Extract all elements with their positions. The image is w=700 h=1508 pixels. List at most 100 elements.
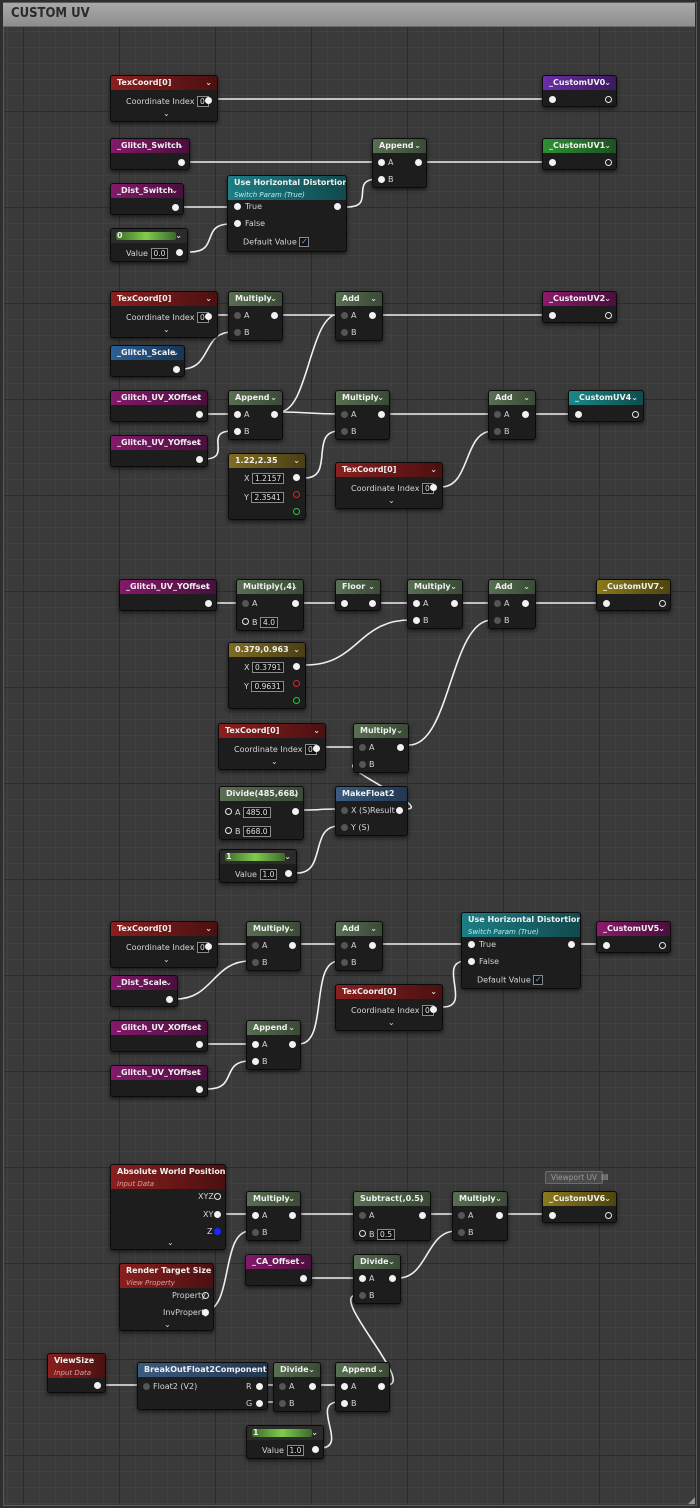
output-pin[interactable] xyxy=(605,159,612,166)
input-pin-float2[interactable] xyxy=(143,1383,150,1390)
node-output-customuv2[interactable]: _CustomUV2 ⌄ xyxy=(542,291,617,323)
input-pin-a[interactable] xyxy=(341,1383,348,1390)
expand-chevron-icon[interactable]: ⌄ xyxy=(388,1018,395,1027)
output-pin-r[interactable] xyxy=(256,1383,263,1390)
expand-chevron-icon[interactable]: ⌄ xyxy=(163,955,170,964)
input-pin-a[interactable] xyxy=(359,1275,366,1282)
value-field[interactable]: 0.0 xyxy=(150,248,169,259)
input-pin-b[interactable] xyxy=(234,428,241,435)
chevron-down-icon[interactable]: ⌄ xyxy=(604,292,611,306)
output-pin[interactable] xyxy=(196,1086,203,1093)
connection-wire[interactable] xyxy=(189,223,231,253)
chevron-down-icon[interactable]: ⌄ xyxy=(205,292,212,306)
output-pin-r[interactable] xyxy=(293,680,300,687)
input-pin-a[interactable] xyxy=(341,942,348,949)
node-constant2vector[interactable]: 0.379,0.963 ⌄ X 0.3791 Y 0.9631 xyxy=(228,642,306,709)
input-pin-a[interactable] xyxy=(458,1212,465,1219)
input-pin-a[interactable] xyxy=(234,312,241,319)
input-pin-a[interactable] xyxy=(252,1212,259,1219)
node-multiply[interactable]: Multiply ⌄ A B xyxy=(407,579,463,629)
chevron-down-icon[interactable]: ⌄ xyxy=(418,1192,425,1206)
chevron-down-icon[interactable]: ⌄ xyxy=(388,1255,395,1269)
expand-chevron-icon[interactable]: ⌄ xyxy=(271,757,278,766)
chevron-down-icon[interactable]: ⌄ xyxy=(604,1192,611,1206)
chevron-down-icon[interactable]: ⌄ xyxy=(450,580,457,594)
output-pin[interactable] xyxy=(205,97,212,104)
connection-wire[interactable] xyxy=(304,430,340,479)
chevron-down-icon[interactable]: ⌄ xyxy=(523,391,530,405)
input-pin-b[interactable] xyxy=(341,329,348,336)
input-pin[interactable] xyxy=(549,1212,556,1219)
input-pin-b[interactable] xyxy=(494,428,501,435)
value-field[interactable]: 1.0 xyxy=(286,1445,305,1456)
node-output-customuv6[interactable]: _CustomUV6 ⌄ xyxy=(542,1191,617,1223)
input-pin-b[interactable] xyxy=(252,1058,259,1065)
output-pin[interactable] xyxy=(389,1275,396,1282)
node-param-dist-switch[interactable]: _Dist_Switch ⌄ xyxy=(110,183,184,215)
default-value-checkbox[interactable]: ✓ xyxy=(533,975,544,985)
expand-chevron-icon[interactable]: ⌄ xyxy=(167,1238,174,1247)
output-pin[interactable] xyxy=(292,600,299,607)
input-pin[interactable] xyxy=(575,411,582,418)
input-pin-false[interactable] xyxy=(468,958,475,965)
chevron-down-icon[interactable]: ⌄ xyxy=(370,292,377,306)
chevron-down-icon[interactable]: ⌄ xyxy=(604,139,611,153)
output-pin[interactable] xyxy=(205,943,212,950)
output-pin[interactable] xyxy=(369,942,376,949)
chevron-down-icon[interactable]: ⌄ xyxy=(414,139,421,153)
chevron-down-icon[interactable]: ⌄ xyxy=(175,229,182,243)
node-constant[interactable]: 1 ⌄ Value 1.0 xyxy=(246,1425,324,1459)
input-pin[interactable] xyxy=(603,600,610,607)
input-pin-b[interactable] xyxy=(225,827,232,834)
x-value-field[interactable]: 0.3791 xyxy=(252,662,285,673)
node-multiply[interactable]: Multiply ⌄ A B xyxy=(353,723,409,773)
input-pin-b[interactable] xyxy=(252,1229,259,1236)
output-pin[interactable] xyxy=(378,411,385,418)
chevron-down-icon[interactable]: ⌄ xyxy=(270,391,277,405)
output-pin[interactable] xyxy=(166,996,173,1003)
node-append[interactable]: Append ⌄ A B xyxy=(228,390,283,440)
output-pin[interactable] xyxy=(271,312,278,319)
node-switch-param[interactable]: Use Horizontal Distortion Switch Param (T… xyxy=(461,912,581,989)
output-pin-g[interactable] xyxy=(293,697,300,704)
chevron-down-icon[interactable]: ⌄ xyxy=(288,1021,295,1035)
output-pin[interactable] xyxy=(196,411,203,418)
output-pin[interactable] xyxy=(659,942,666,949)
y-value-field[interactable]: 2.3541 xyxy=(251,492,284,503)
input-pin-true[interactable] xyxy=(468,941,475,948)
b-value-field[interactable]: 4.0 xyxy=(260,617,278,628)
output-pin[interactable] xyxy=(205,600,212,607)
output-pin[interactable] xyxy=(496,1212,503,1219)
connection-wire[interactable] xyxy=(279,411,340,415)
node-param-glitch-uv-xoffset[interactable]: _Glitch_UV_XOffset ⌄ xyxy=(110,1020,208,1052)
output-pin[interactable] xyxy=(334,203,341,210)
node-texcoord[interactable]: TexCoord[0] ⌄ Coordinate Index 0 ⌄ xyxy=(110,291,218,338)
node-output-customuv7[interactable]: _CustomUV7 ⌄ xyxy=(596,579,671,611)
output-pin[interactable] xyxy=(430,1006,437,1013)
node-constant[interactable]: 1 ⌄ Value 1.0 xyxy=(219,849,297,883)
node-append[interactable]: Append ⌄ A B xyxy=(335,1362,390,1412)
output-pin[interactable] xyxy=(312,1446,319,1453)
input-pin-b[interactable] xyxy=(242,618,249,625)
node-append[interactable]: Append ⌄ A B xyxy=(246,1020,301,1070)
node-texcoord[interactable]: TexCoord[0] ⌄ Coordinate Index 0 ⌄ xyxy=(110,75,218,122)
output-pin[interactable] xyxy=(397,744,404,751)
node-multiply[interactable]: Multiply ⌄ A B xyxy=(228,291,283,341)
input-pin-b[interactable] xyxy=(378,176,385,183)
input-pin-a[interactable] xyxy=(341,411,348,418)
output-pin[interactable] xyxy=(173,366,180,373)
chevron-down-icon[interactable]: ⌄ xyxy=(370,922,377,936)
chevron-down-icon[interactable]: ⌄ xyxy=(604,76,611,90)
chevron-down-icon[interactable]: ⌄ xyxy=(195,436,202,450)
output-pin[interactable] xyxy=(605,312,612,319)
input-pin[interactable] xyxy=(603,942,610,949)
node-multiply[interactable]: Multiply ⌄ A B xyxy=(452,1191,508,1241)
connection-wire[interactable] xyxy=(440,430,494,488)
input-pin[interactable] xyxy=(549,96,556,103)
expand-chevron-icon[interactable]: ⌄ xyxy=(164,1320,171,1329)
input-pin-a[interactable] xyxy=(225,808,232,815)
node-output-customuv1[interactable]: _CustomUV1 ⌄ xyxy=(542,138,617,170)
output-pin[interactable] xyxy=(369,312,376,319)
node-param-glitch-scale[interactable]: _Glitch_Scale ⌄ xyxy=(110,345,185,377)
output-pin[interactable] xyxy=(292,808,299,815)
